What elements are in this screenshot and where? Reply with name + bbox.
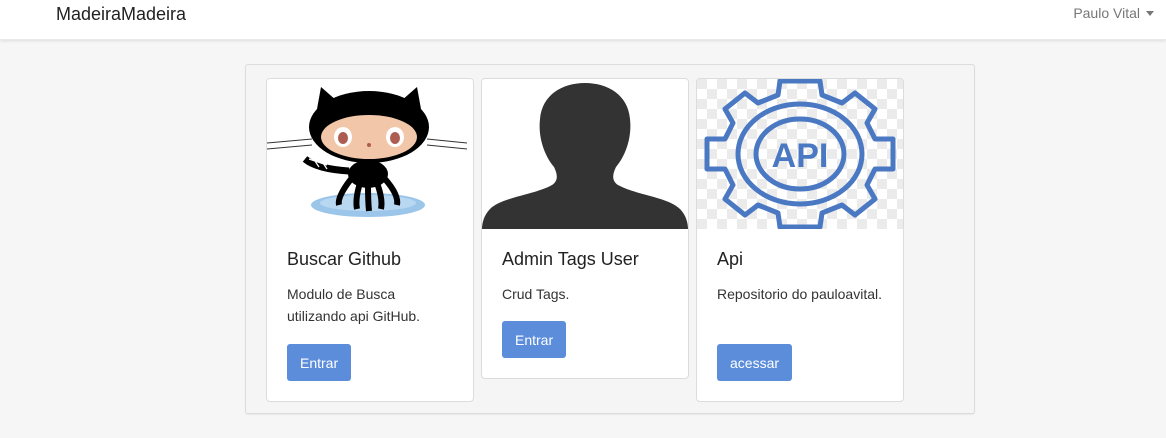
card-image [267, 79, 473, 229]
user-name: Paulo Vital [1073, 5, 1140, 21]
card-image: API [697, 79, 903, 229]
entrar-button[interactable]: Entrar [502, 321, 567, 358]
card-admin-tags-user: Admin Tags User Crud Tags. Entrar [481, 78, 689, 379]
caret-down-icon [1146, 11, 1154, 16]
entrar-button[interactable]: Entrar [287, 344, 352, 381]
card-title: Buscar Github [287, 249, 402, 269]
cards-container: Buscar Github Modulo de Busca utilizando… [245, 64, 975, 414]
acessar-button[interactable]: acessar [717, 344, 793, 381]
card-api: API Api Repositorio do pauloavital. aces… [696, 78, 904, 402]
card-buscar-github: Buscar Github Modulo de Busca utilizando… [266, 78, 474, 402]
github-octocat-icon [267, 79, 473, 229]
brand-link[interactable]: MadeiraMadeira [56, 4, 186, 25]
user-silhouette-icon [482, 79, 688, 229]
card-description: Repositorio do pauloavital. [717, 286, 882, 302]
card-description: Modulo de Busca utilizando api GitHub. [287, 286, 421, 324]
api-gear-icon: API [697, 79, 903, 229]
card-title: Api [717, 249, 744, 269]
top-navbar: MadeiraMadeira Paulo Vital [0, 0, 1166, 40]
api-label: API [772, 137, 829, 175]
card-title: Admin Tags User [502, 249, 639, 269]
user-menu-dropdown[interactable]: Paulo Vital [1073, 5, 1154, 21]
card-description: Crud Tags. [502, 286, 570, 302]
card-image [482, 79, 688, 229]
